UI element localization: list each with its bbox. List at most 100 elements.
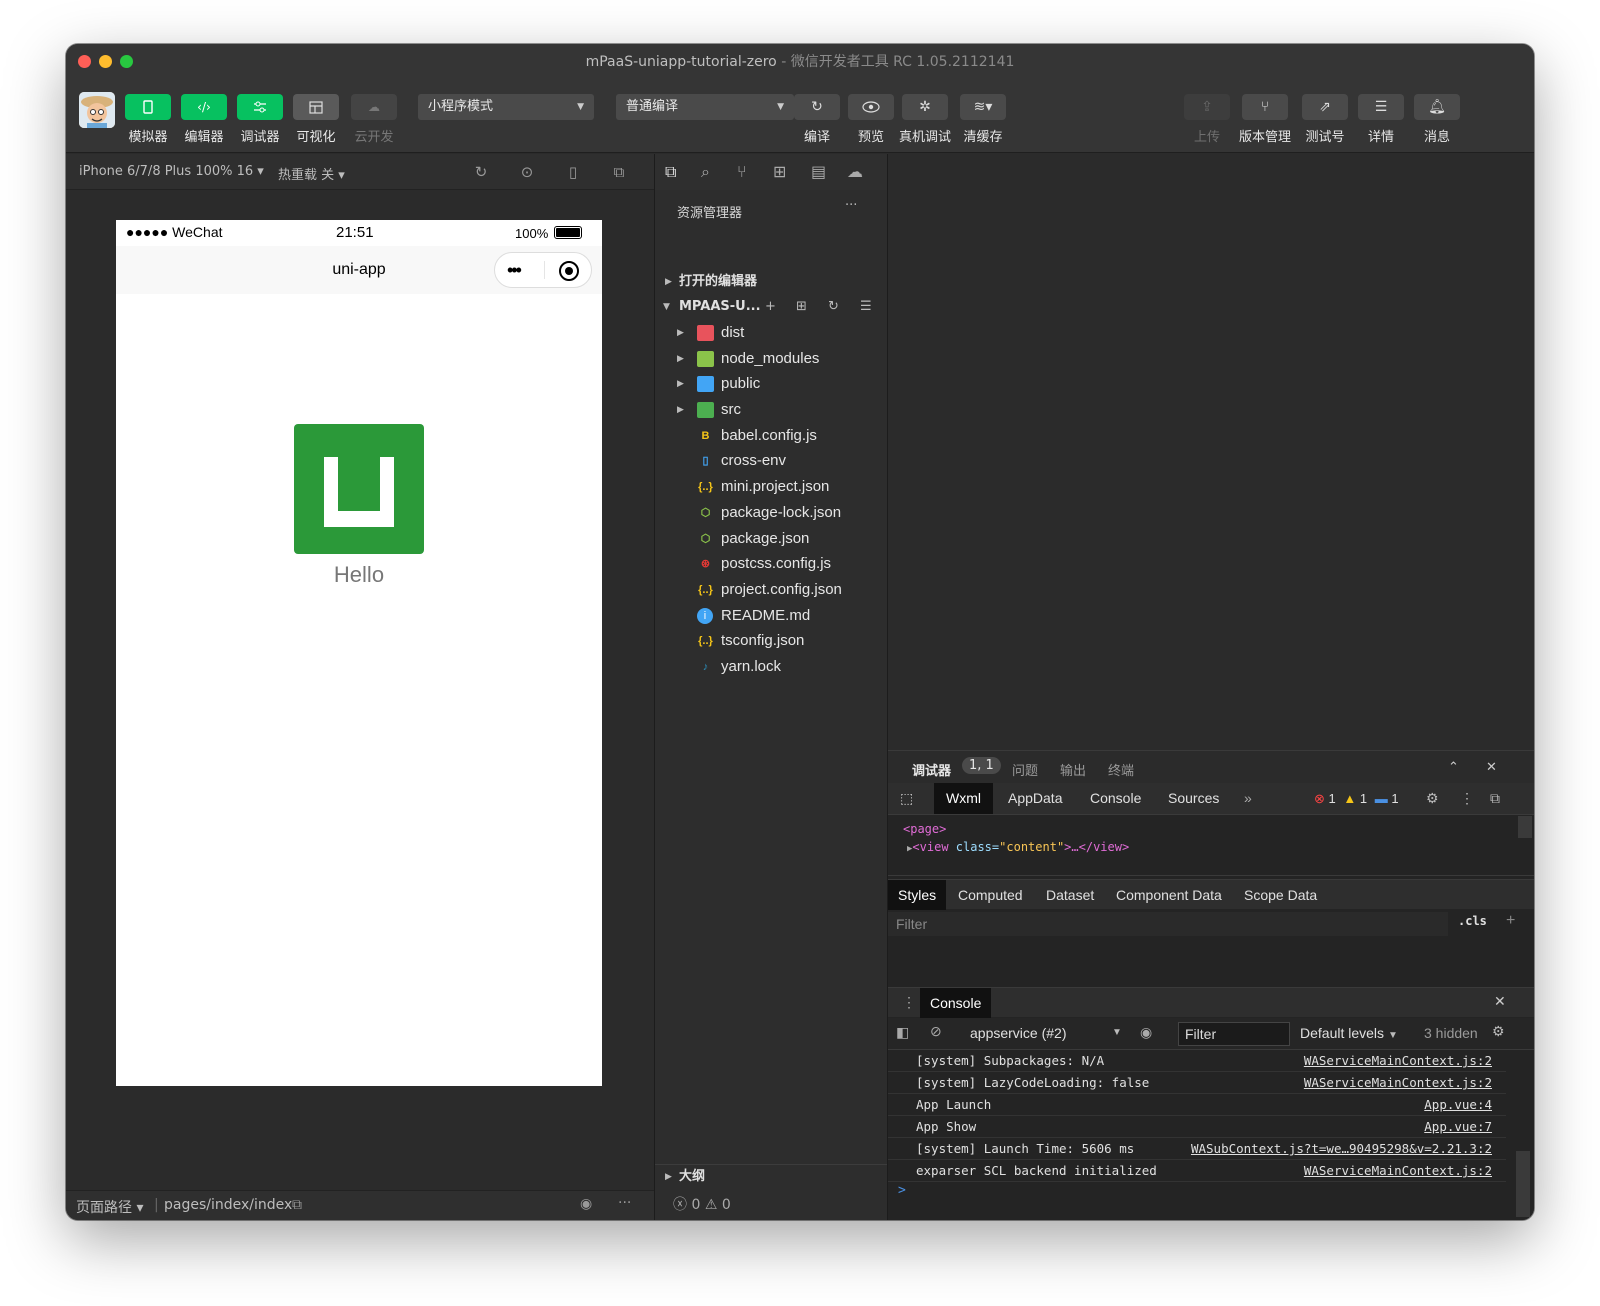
editor-toggle-button[interactable]: ‹/› 编辑器 (178, 94, 230, 145)
gear-icon[interactable]: ⚙ (1414, 783, 1451, 814)
user-avatar[interactable] (79, 92, 115, 128)
file-tree-item[interactable]: ▶ public (655, 371, 887, 397)
eye-icon[interactable]: ◉ (1140, 1024, 1152, 1041)
tab-dataset[interactable]: Dataset (1036, 880, 1104, 910)
scrollbar[interactable] (1516, 1151, 1530, 1217)
new-file-icon[interactable]: + (765, 295, 776, 319)
inspect-icon[interactable]: ⬚ (888, 783, 925, 814)
file-tree-item[interactable]: {..} project.config.json (655, 577, 887, 603)
log-source-link[interactable]: App.vue:7 (1424, 1116, 1492, 1138)
project-section[interactable]: ▼ MPAAS-U... + ⊞ ↻ ☰ (655, 295, 887, 319)
details-button[interactable]: ☰ 详情 (1352, 94, 1410, 145)
remote-debug-button[interactable]: ✲ 真机调试 (896, 94, 954, 145)
file-tree-item[interactable]: ▶ node_modules (655, 346, 887, 372)
wxml-page-node[interactable]: <page> (903, 822, 946, 836)
console-title[interactable]: Console (920, 988, 992, 1018)
phone-screen[interactable]: ●●●●● WeChat 21:51 100% uni-app ••• Hell… (116, 220, 602, 1086)
copy-icon[interactable]: ⧉ (292, 1197, 302, 1213)
upload-button[interactable]: ⇪ 上传 (1178, 94, 1236, 145)
open-editors-section[interactable]: ▶ 打开的编辑器 (655, 270, 887, 294)
cls-button[interactable]: .cls (1458, 914, 1487, 928)
tab-problems[interactable]: 问题 (1012, 760, 1038, 779)
kebab-icon[interactable]: ⋮ (902, 994, 916, 1011)
close-window-button[interactable] (78, 55, 91, 68)
tab-computed[interactable]: Computed (948, 880, 1033, 910)
wxml-view-node[interactable]: ▶<view class="content">…</view> (907, 840, 1129, 854)
simulator-toggle-button[interactable]: 模拟器 (122, 94, 174, 145)
messages-button[interactable]: 🔔︎ 消息 (1408, 94, 1466, 145)
chevron-up-icon[interactable]: ⌃ (1448, 760, 1459, 775)
device-icon[interactable]: ▯ (564, 163, 582, 181)
device-select[interactable]: iPhone 6/7/8 Plus 100% 16 ▾ (79, 164, 264, 179)
save-icon[interactable]: ▤ (811, 162, 826, 181)
docker-icon[interactable]: ☁ (847, 162, 863, 181)
refresh-icon[interactable]: ↻ (828, 295, 839, 319)
tab-sources[interactable]: Sources (1156, 783, 1231, 814)
tab-wxml[interactable]: Wxml (934, 783, 993, 814)
collapse-icon[interactable]: ☰ (860, 295, 872, 319)
detach-window-icon[interactable]: ⧉ (610, 163, 628, 181)
cloud-dev-button[interactable]: ☁ 云开发 (348, 94, 400, 145)
debugger-toggle-button[interactable]: 调试器 (234, 94, 286, 145)
tab-component-data[interactable]: Component Data (1106, 880, 1232, 910)
close-program-icon[interactable] (559, 261, 579, 281)
file-tree-item[interactable]: ▶ dist (655, 320, 887, 346)
file-tree-item[interactable]: i README.md (655, 603, 887, 629)
tab-terminal[interactable]: 终端 (1108, 760, 1134, 779)
console-filter-input[interactable]: Filter (1178, 1022, 1290, 1046)
file-tree-item[interactable]: Bbabel.config.js (655, 423, 887, 449)
eye-icon[interactable]: ◉ (580, 1196, 592, 1212)
tab-appdata[interactable]: AppData (996, 783, 1074, 814)
mode-select[interactable]: 小程序模式 ▼ (418, 94, 594, 120)
new-folder-icon[interactable]: ⊞ (796, 295, 807, 319)
close-icon[interactable]: ✕ (1494, 993, 1506, 1010)
sidebar-icon[interactable]: ◧ (896, 1024, 909, 1041)
editor-area[interactable] (888, 154, 1534, 749)
clear-cache-button[interactable]: ≋▾ 清缓存 (954, 94, 1012, 145)
page-path-select[interactable]: 页面路径 ▾ (76, 1197, 143, 1217)
tab-scope-data[interactable]: Scope Data (1234, 880, 1327, 910)
close-icon[interactable]: ✕ (1486, 760, 1497, 775)
log-source-link[interactable]: WASubContext.js?t=we…90495298&v=2.21.3:2 (1191, 1138, 1492, 1160)
more-tabs-icon[interactable]: » (1232, 783, 1264, 814)
styles-filter-input[interactable]: Filter (888, 912, 1448, 936)
more-dots-icon[interactable]: ••• (507, 253, 522, 287)
tab-styles[interactable]: Styles (888, 880, 947, 910)
clear-console-icon[interactable]: ⊘ (930, 1023, 942, 1040)
file-tree-item[interactable]: {..} mini.project.json (655, 474, 887, 500)
hot-reload-select[interactable]: 热重载 关 ▾ (278, 164, 345, 183)
add-icon[interactable]: + (1506, 912, 1515, 930)
search-icon[interactable]: ⌕ (701, 162, 710, 182)
tab-console[interactable]: Console (1078, 783, 1153, 814)
issue-counters[interactable]: ⊗ 1 ▲ 1 ▬ 1 (1314, 783, 1399, 814)
levels-select[interactable]: Default levels ▼ (1300, 1025, 1398, 1041)
gear-icon[interactable]: ⚙ (1492, 1023, 1505, 1040)
scrollbar[interactable] (1518, 816, 1532, 838)
log-source-link[interactable]: WAServiceMainContext.js:2 (1304, 1072, 1492, 1094)
file-tree-item[interactable]: ⊛ postcss.config.js (655, 551, 887, 577)
tab-debugger[interactable]: 调试器 (912, 760, 951, 779)
rotate-icon[interactable]: ↻ (472, 163, 490, 181)
log-source-link[interactable]: WAServiceMainContext.js:2 (1304, 1160, 1492, 1182)
tab-output[interactable]: 输出 (1060, 760, 1086, 779)
version-control-button[interactable]: ⑂ 版本管理 (1236, 94, 1294, 145)
file-tree-item[interactable]: ♪ yarn.lock (655, 654, 887, 680)
file-tree-item[interactable]: ▯ cross-env (655, 448, 887, 474)
test-account-button[interactable]: ⇗ 测试号 (1296, 94, 1354, 145)
explorer-more-button[interactable]: ··· (845, 198, 857, 213)
zoom-window-button[interactable] (120, 55, 133, 68)
stop-icon[interactable]: ⊙ (518, 163, 536, 181)
files-icon[interactable]: ⧉ (665, 162, 676, 182)
more-icon[interactable]: ··· (618, 1195, 631, 1211)
file-tree-item[interactable]: {..} tsconfig.json (655, 628, 887, 654)
log-source-link[interactable]: WAServiceMainContext.js:2 (1304, 1050, 1492, 1072)
outline-section[interactable]: ▶ 大纲 (655, 1164, 887, 1188)
source-control-icon[interactable]: ⑂ (737, 162, 747, 181)
console-prompt[interactable]: > (898, 1183, 906, 1198)
minimize-window-button[interactable] (99, 55, 112, 68)
file-tree-item[interactable]: ⬡ package.json (655, 526, 887, 552)
preview-button[interactable]: 预览 (842, 94, 900, 145)
context-select[interactable]: appservice (#2) ▼ (970, 1025, 1122, 1041)
compile-select[interactable]: 普通编译 ▼ (616, 94, 794, 120)
compile-button[interactable]: ↻ 编译 (788, 94, 846, 145)
